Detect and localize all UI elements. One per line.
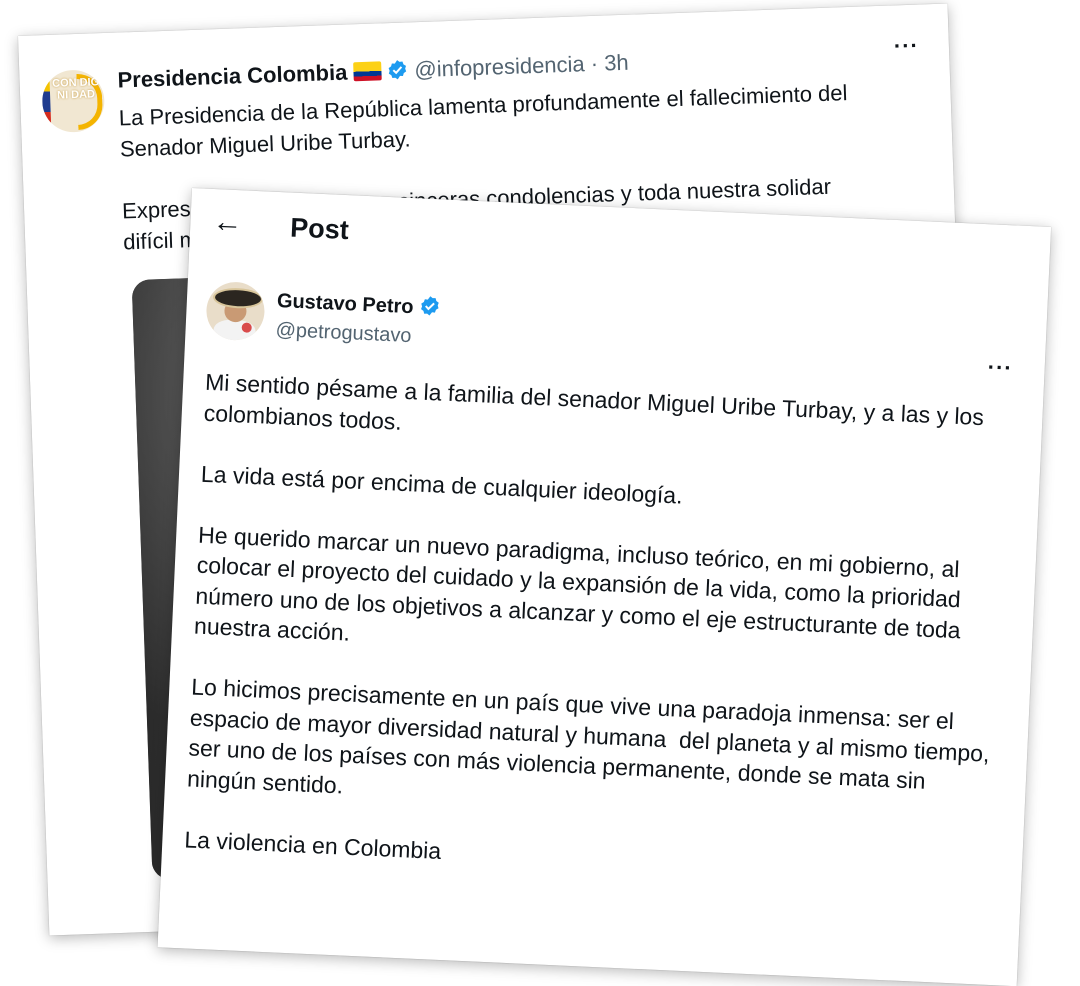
post-author: Gustavo Petro @petrogustavo [275, 288, 441, 349]
separator-dot: · [590, 50, 599, 77]
post-time[interactable]: 3h [604, 50, 629, 76]
post-paragraph: La vida está por encima de cualquier ide… [200, 460, 684, 509]
post-paragraph: Lo hicimos precisamente en un país que v… [186, 673, 997, 798]
post-paragraph: La violencia en Colombia [183, 825, 442, 864]
post-paragraph: He querido marcar un nuevo paradigma, in… [193, 521, 962, 646]
verified-badge-icon [418, 294, 441, 322]
more-options-button[interactable]: ··· [893, 33, 919, 60]
back-arrow-icon[interactable]: ← [212, 205, 243, 239]
avatar-hat [212, 287, 264, 310]
more-options-button[interactable]: ··· [987, 354, 1013, 381]
avatar-logo-text: CON DIG NI DAD [51, 76, 100, 102]
author-name[interactable]: Presidencia Colombia [117, 60, 348, 93]
petro-post-card[interactable]: ← Post Gustavo Petro @petrogustavo ··· M… [157, 188, 1052, 986]
author-handle[interactable]: @infopresidencia [414, 51, 585, 82]
presidencia-avatar[interactable]: CON DIG NI DAD [41, 69, 106, 134]
post-paragraph: Mi sentido pésame a la familia del senad… [203, 368, 985, 435]
flag-band [41, 70, 52, 134]
author-name[interactable]: Gustavo Petro [276, 290, 414, 318]
verified-badge-icon [386, 58, 409, 87]
author-handle[interactable]: @petrogustavo [275, 319, 440, 349]
petro-avatar[interactable] [205, 280, 266, 342]
colombia-flag-icon [352, 61, 382, 82]
post-text: Mi sentido pésame a la familia del senad… [182, 367, 1015, 922]
page-title: Post [289, 212, 350, 246]
